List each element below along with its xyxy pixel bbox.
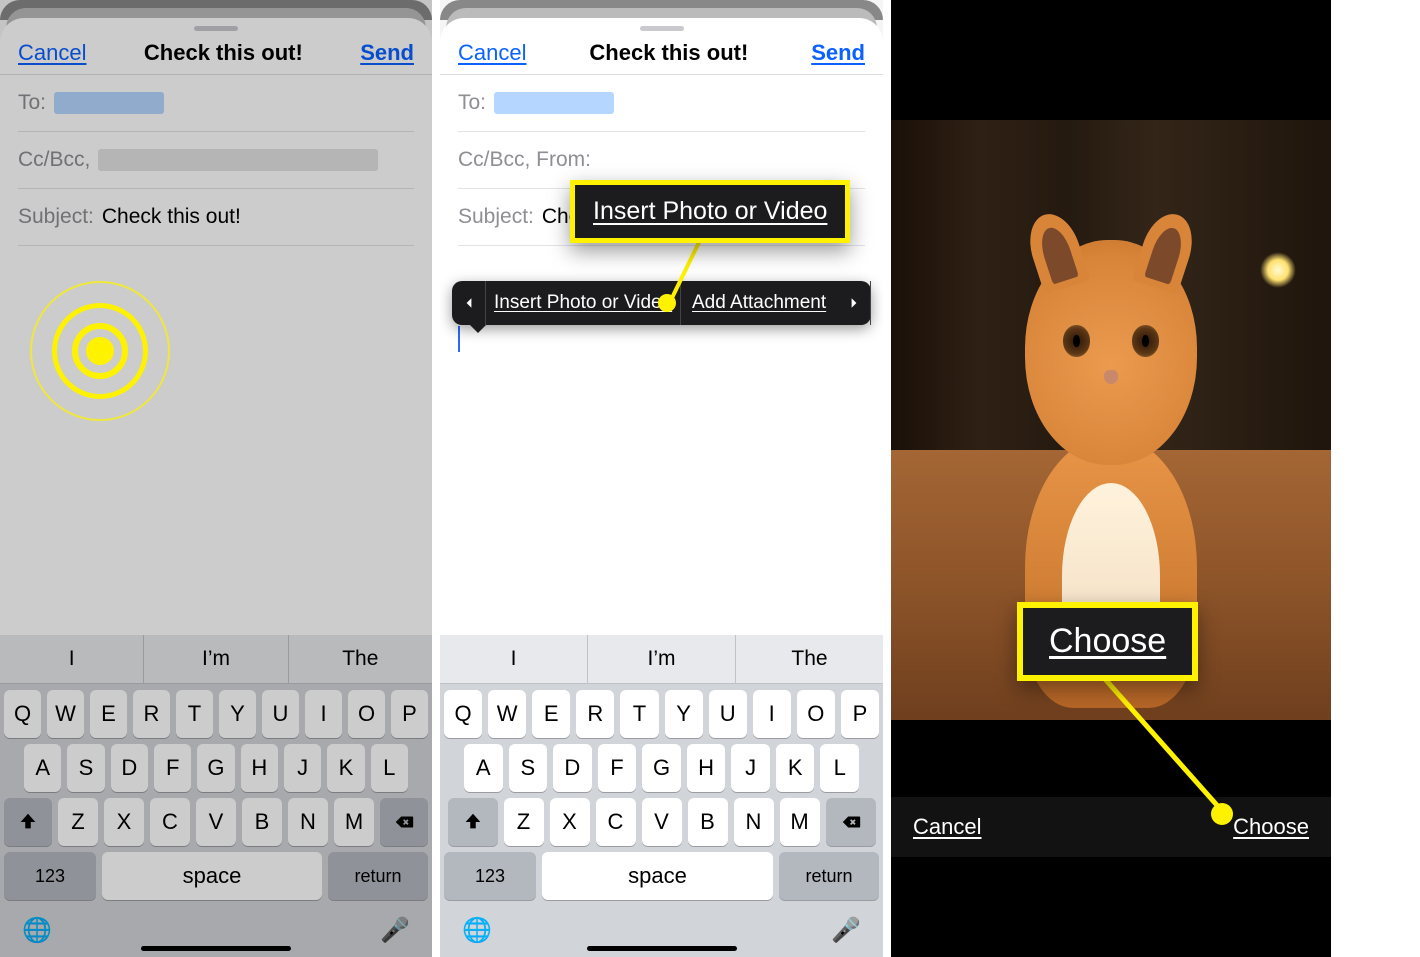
sheet-grabber[interactable]: [194, 26, 238, 31]
suggestion-1[interactable]: I: [440, 635, 588, 683]
context-menu: Insert Photo or Video Add Attachment: [452, 281, 871, 325]
subject-field[interactable]: Subject: Check this out!: [18, 189, 414, 246]
menu-add-attachment[interactable]: Add Attachment: [681, 281, 837, 325]
menu-next-icon[interactable]: [837, 281, 871, 325]
suggestion-3[interactable]: The: [289, 635, 432, 683]
home-indicator[interactable]: [587, 946, 737, 951]
message-body[interactable]: [0, 246, 432, 506]
globe-icon[interactable]: 🌐: [22, 916, 52, 945]
suggestion-3[interactable]: The: [736, 635, 883, 683]
keyboard[interactable]: I I’m The QWERTYUIOP ASDFGHJKL ZXCVBNM 1…: [0, 635, 432, 957]
cancel-button[interactable]: Cancel: [458, 40, 526, 66]
to-recipient-redacted: [54, 92, 164, 114]
lamp-icon: [1260, 252, 1296, 288]
callout-choose: Choose: [1017, 602, 1198, 681]
photo-choose-button[interactable]: Choose: [1233, 814, 1309, 840]
menu-insert-photo-video[interactable]: Insert Photo or Video: [486, 281, 680, 325]
photo-cancel-button[interactable]: Cancel: [913, 814, 981, 840]
mic-icon[interactable]: 🎤: [831, 916, 861, 945]
text-caret: [458, 326, 460, 352]
panel-2-context-menu: Cancel Check this out! Send To: Cc/Bcc, …: [436, 0, 887, 957]
keyboard[interactable]: I I’m The QWERTYUIOP ASDFGHJKL ZXCVBNM 1…: [440, 635, 883, 957]
key-row-3: ZXCVBNM: [440, 792, 883, 846]
sheet-grabber[interactable]: [640, 26, 684, 31]
menu-prev-icon[interactable]: [452, 281, 486, 325]
key-row-2: ASDFGHJKL: [440, 738, 883, 792]
suggestion-bar[interactable]: I I’m The: [440, 635, 883, 684]
suggestion-2[interactable]: I’m: [144, 635, 288, 683]
numbers-key[interactable]: 123: [4, 852, 96, 900]
backspace-key[interactable]: [826, 798, 876, 846]
suggestion-2[interactable]: I’m: [588, 635, 736, 683]
numbers-key[interactable]: 123: [444, 852, 536, 900]
send-button[interactable]: Send: [360, 40, 414, 66]
panel-1-compose-tap: Cancel Check this out! Send To: Cc/Bcc, …: [0, 0, 436, 957]
home-indicator[interactable]: [141, 946, 291, 951]
space-key[interactable]: space: [102, 852, 322, 900]
to-recipient-redacted: [494, 92, 614, 114]
key-row-3: ZXCVBNM: [0, 792, 432, 846]
key-row-2: ASDFGHJKL: [0, 738, 432, 792]
space-key[interactable]: space: [542, 852, 773, 900]
shift-key[interactable]: [448, 798, 498, 846]
panel-3-photo-picker: Choose Cancel Choose: [887, 0, 1331, 957]
backspace-key[interactable]: [380, 798, 428, 846]
suggestion-bar[interactable]: I I’m The: [0, 635, 432, 684]
ccbcc-field[interactable]: Cc/Bcc,: [18, 132, 414, 189]
cancel-button[interactable]: Cancel: [18, 40, 86, 66]
tap-target-icon: [30, 281, 170, 421]
key-row-1: QWERTYUIOP: [0, 684, 432, 738]
callout-insert-photo: Insert Photo or Video: [570, 180, 850, 243]
suggestion-1[interactable]: I: [0, 635, 144, 683]
compose-title: Check this out!: [144, 40, 303, 66]
return-key[interactable]: return: [328, 852, 428, 900]
compose-title: Check this out!: [589, 40, 748, 66]
to-field[interactable]: To:: [18, 75, 414, 132]
to-field[interactable]: To:: [458, 75, 865, 132]
photo-action-bar: Cancel Choose: [891, 797, 1331, 857]
key-row-1: QWERTYUIOP: [440, 684, 883, 738]
return-key[interactable]: return: [779, 852, 879, 900]
from-redacted: [98, 149, 378, 171]
shift-key[interactable]: [4, 798, 52, 846]
globe-icon[interactable]: 🌐: [462, 916, 492, 945]
mic-icon[interactable]: 🎤: [380, 916, 410, 945]
send-button[interactable]: Send: [811, 40, 865, 66]
